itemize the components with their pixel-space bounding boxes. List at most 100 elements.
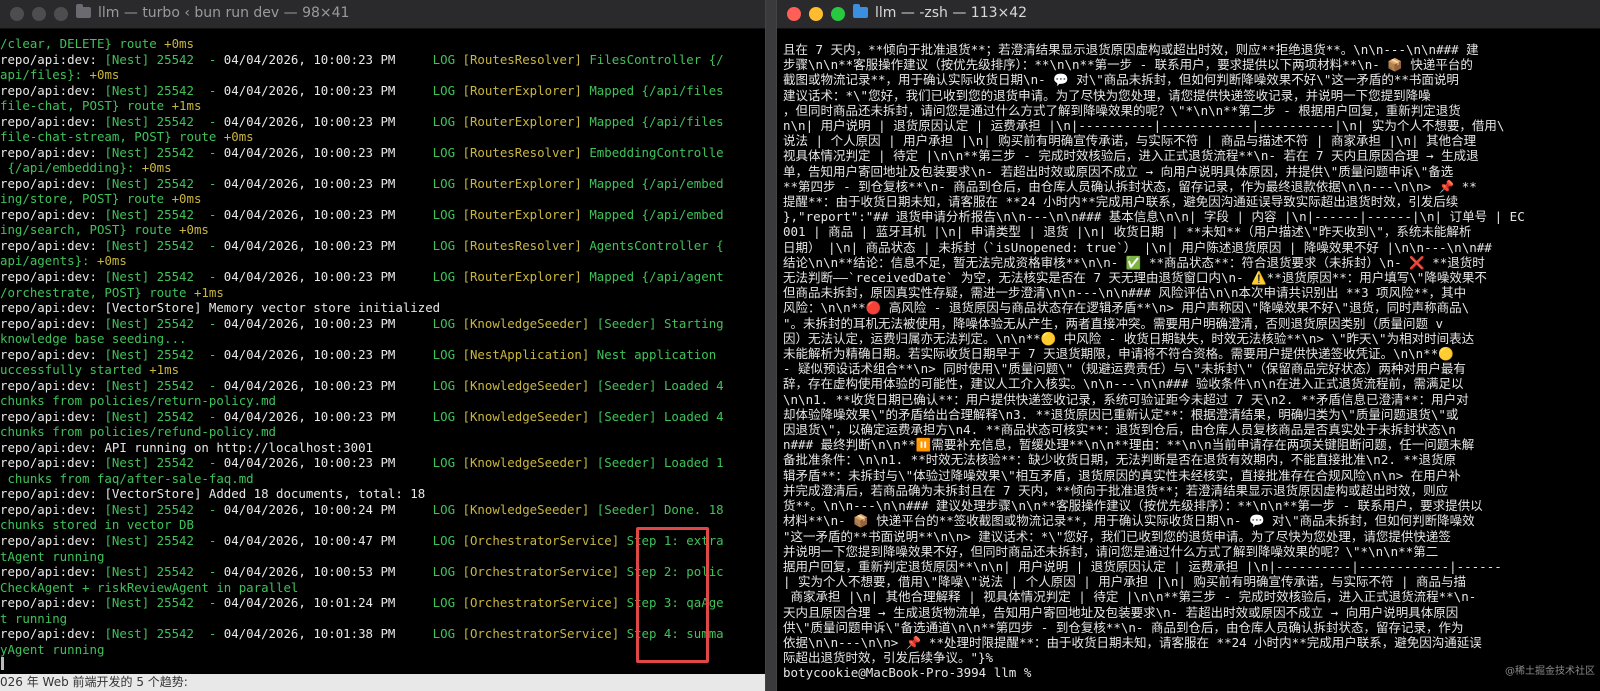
terminal-text: api/files}: bbox=[0, 67, 90, 83]
terminal-line: 无法判断——`receivedDate` 为空，无法核实是否在 7 天无理由退货… bbox=[783, 270, 1487, 286]
terminal-text: [Seeder] Loaded 1 bbox=[589, 455, 724, 471]
terminal-line: n### 最终判断\n\n**⏸️需要补充信息，暂缓处理**\n\n**理由：*… bbox=[783, 437, 1475, 453]
terminal-text: repo/api:dev: bbox=[0, 439, 105, 455]
terminal-line: 辞，存在虚构使用体验的可能性，建议人工介入核实。\n\n---\n\n### 验… bbox=[783, 376, 1464, 392]
terminal-line: repo/api:dev: [Nest] 25542 - 04/04/2026,… bbox=[0, 83, 765, 99]
terminal-text: repo/api:dev: bbox=[0, 268, 105, 284]
terminal-line: /clear, DELETE} route +0ms bbox=[0, 36, 765, 52]
terminal-text: 04/04/2026, 10:00:23 PM bbox=[223, 315, 396, 331]
terminal-line: repo/api:dev: [Nest] 25542 - 04/04/2026,… bbox=[0, 52, 765, 68]
terminal-line: {/api/embedding}: +0ms bbox=[0, 160, 765, 176]
folder-icon bbox=[853, 4, 868, 18]
terminal-line: 未能解析为精确日期。若实际收货日期早于 7 天退货期限，申请将不符合资格。需要用… bbox=[783, 346, 1454, 362]
terminal-text: LOG bbox=[395, 113, 463, 129]
terminal-text: CheckAgent + riskReviewAgent in parallel bbox=[0, 579, 299, 595]
terminal-text: [Nest] 25542 - bbox=[104, 455, 224, 471]
terminal-text: [Nest] 25542 - bbox=[104, 144, 224, 160]
terminal-line: repo/api:dev: [Nest] 25542 - 04/04/2026,… bbox=[0, 145, 765, 161]
terminal-line: repo/api:dev: [Nest] 25542 - 04/04/2026,… bbox=[0, 176, 765, 192]
terminal-text: [Nest] 25542 - bbox=[104, 408, 224, 424]
terminal-line: /orchestrate, POST} route +1ms bbox=[0, 285, 765, 301]
terminal-text: LOG bbox=[395, 626, 463, 642]
terminal-line: 并完成澄清后，若商品确为未拆封且在 7 天内，**倾向于批准退货**；若澄清结果… bbox=[783, 482, 1449, 498]
terminal-line: 因退货\"，以确定运费承担方\n4. **商品状态可核实**：退货到仓后，由仓库… bbox=[783, 422, 1456, 438]
terminal-text: 04/04/2026, 10:00:47 PM bbox=[223, 533, 396, 548]
terminal-text: [RouterExplorer] bbox=[462, 175, 582, 191]
terminal-line: chunks from policies/return-policy.md bbox=[0, 393, 765, 409]
folder-icon bbox=[76, 4, 91, 18]
terminal-text: tAgent running bbox=[0, 548, 105, 564]
terminal-line: 001 | 商品 | 蓝牙耳机 |\n| 申请类型 | 退货 |\n| 收货日期… bbox=[783, 224, 1472, 240]
terminal-text: LOG bbox=[395, 237, 463, 253]
window-titlebar[interactable]: llm — turbo ‹ bun run dev — 98×41 bbox=[0, 0, 765, 29]
terminal-text: api/agents}: bbox=[0, 253, 97, 269]
terminal-text: LOG bbox=[395, 595, 463, 611]
terminal-text: repo/api:dev: bbox=[0, 533, 105, 548]
terminal-line: repo/api:dev: [Nest] 25542 - 04/04/2026,… bbox=[0, 114, 765, 130]
terminal-text: [KnowledgeSeeder] bbox=[462, 377, 590, 393]
terminal-line: chunks from faq/after-sale-faq.md bbox=[0, 471, 765, 487]
terminal-text: {/api/embedding}: bbox=[0, 160, 142, 176]
terminal-line: 却体验降噪效果\"的矛盾给出合理解释\n3. **退货原因已重新认定**：根据澄… bbox=[783, 406, 1459, 422]
terminal-text: [KnowledgeSeeder] bbox=[462, 501, 590, 517]
terminal-line: 建议话术：*\"您好，我们已收到您的退货申请。为了尽快为您处理，请您提供快递签收… bbox=[783, 87, 1431, 103]
window-title: llm — turbo ‹ bun run dev — 98×41 bbox=[76, 4, 349, 21]
terminal-text: repo/api:dev: bbox=[0, 51, 105, 67]
minimize-button[interactable] bbox=[809, 7, 823, 21]
terminal-window-right[interactable]: llm — -zsh — 113×42 且在 7 天内，**倾向于批准退货**；… bbox=[776, 0, 1600, 691]
terminal-text: 04/04/2026, 10:01:38 PM bbox=[223, 626, 396, 642]
terminal-line: "。未拆封的耳机无法被使用，降噪体验无从产生，两者直接冲突。需要用户明确澄清，否… bbox=[783, 315, 1444, 331]
terminal-line: 风险：\n\n**🔴 高风险 - 退货原因与商品状态存在逻辑矛盾**\n> 用户… bbox=[783, 300, 1470, 316]
terminal-text: [KnowledgeSeeder] bbox=[462, 455, 590, 471]
terminal-text: Mapped {/api/agent bbox=[581, 268, 724, 284]
terminal-text: LOG bbox=[395, 315, 463, 331]
terminal-text: [RoutesResolver] bbox=[462, 237, 582, 253]
terminal-text: [RouterExplorer] bbox=[462, 113, 582, 129]
terminal-text: t running bbox=[0, 610, 68, 626]
zoom-button[interactable] bbox=[831, 7, 845, 21]
terminal-text: [OrchestratorService] bbox=[462, 564, 620, 580]
minimize-button[interactable] bbox=[32, 7, 46, 21]
terminal-text: +0ms bbox=[179, 222, 209, 238]
window-title-text: llm — -zsh — 113×42 bbox=[875, 5, 1028, 21]
terminal-window-left[interactable]: llm — turbo ‹ bun run dev — 98×41 /clear… bbox=[0, 0, 766, 691]
terminal-text: [VectorStore] Added 18 documents, total:… bbox=[104, 486, 426, 502]
terminal-output[interactable]: 且在 7 天内，**倾向于批准退货**；若澄清结果显示退货原因虚构或超出时效，则… bbox=[777, 42, 1600, 681]
terminal-text: repo/api:dev: bbox=[0, 455, 105, 471]
terminal-text: repo/api:dev: bbox=[0, 300, 105, 316]
terminal-line: 单，告知用户寄回地址及包装要求\n- 若超出时效或原因不成立 → 向用户说明具体… bbox=[783, 163, 1454, 179]
terminal-text: [Nest] 25542 - bbox=[104, 237, 224, 253]
terminal-text: 04/04/2026, 10:00:23 PM bbox=[223, 51, 396, 67]
terminal-text: [Nest] 25542 - bbox=[104, 82, 224, 98]
terminal-text: [KnowledgeSeeder] bbox=[462, 315, 590, 331]
terminal-text: +1ms bbox=[149, 362, 180, 378]
terminal-text: [Nest] 25542 - bbox=[104, 564, 224, 580]
terminal-text: [Nest] 25542 - bbox=[104, 346, 224, 362]
close-button[interactable] bbox=[787, 7, 801, 21]
terminal-text: ing/search, POST} route bbox=[0, 222, 180, 238]
terminal-text: +0ms bbox=[171, 191, 202, 207]
terminal-line: - 疑似预设话术组合**\n> 同时使用\"质量问题\"（规避运费责任）与\"未… bbox=[783, 361, 1466, 377]
terminal-text: chunks from policies/refund-policy.md bbox=[0, 424, 277, 440]
terminal-text: [Nest] 25542 - bbox=[104, 113, 224, 129]
terminal-line: "这一矛盾的**书面说明**\n\n> 建议话术：*\"您好，我们已收到您的退货… bbox=[783, 528, 1451, 544]
terminal-line: 步骤\n\n**客服操作建议（按优先级排序）：**\n\n**第一步 - 联系用… bbox=[783, 57, 1473, 73]
terminal-text: chunks from policies/return-policy.md bbox=[0, 393, 277, 409]
close-button[interactable] bbox=[10, 7, 24, 21]
terminal-text: [RoutesResolver] bbox=[462, 51, 582, 67]
terminal-text: 04/04/2026, 10:00:23 PM bbox=[223, 346, 396, 362]
terminal-line: | 实为个人不想要，借用\"降噪\"说法 | 个人原因 | 用户承担 |\n| … bbox=[783, 574, 1467, 590]
terminal-line: 但商品未拆封，原因真实性存疑，需进一步澄清\n\n---\n\n### 风险评估… bbox=[783, 285, 1467, 301]
terminal-text: LOG bbox=[395, 51, 463, 67]
terminal-text: [Seeder] Loaded 4 bbox=[589, 377, 724, 393]
terminal-text: +0ms bbox=[96, 253, 127, 269]
terminal-text: LOG bbox=[395, 455, 463, 471]
terminal-cursor bbox=[1, 657, 4, 670]
terminal-line: 并说明一下您提到降噪效果不好，但同时商品还未拆封，请问您是通过什么方式了解到降噪… bbox=[783, 543, 1439, 559]
terminal-text: 04/04/2026, 10:00:23 PM bbox=[223, 175, 396, 191]
window-titlebar[interactable]: llm — -zsh — 113×42 bbox=[777, 0, 1600, 29]
terminal-text: LOG bbox=[395, 175, 463, 191]
zoom-button[interactable] bbox=[54, 7, 68, 21]
terminal-line: repo/api:dev: [Nest] 25542 - 04/04/2026,… bbox=[0, 455, 765, 471]
terminal-text: repo/api:dev: bbox=[0, 501, 105, 517]
